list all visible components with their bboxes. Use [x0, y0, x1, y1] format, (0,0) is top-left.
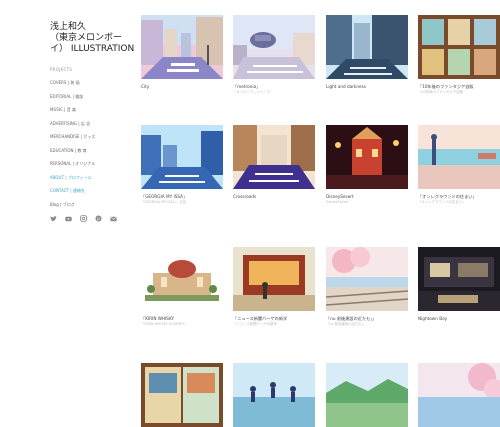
gallery-item-subtitle: 「GEORGIA MY ISSA」 広告	[141, 199, 187, 204]
social-links: p	[50, 215, 135, 222]
nav-item-advertising[interactable]: ADVERTISING | 広 告	[50, 121, 135, 126]
gallery-item-title[interactable]: Light and darkness	[326, 84, 408, 90]
thumb-on-the-ground[interactable]	[418, 125, 500, 189]
gallery-item-kirin-whisky[interactable]: 「KIRIN WHISKY 「KIRIN WHISKY JOURNEY」	[141, 247, 223, 326]
nav-item-contact[interactable]: CONTACT | 連絡先	[50, 188, 135, 193]
gallery-item-subtitle: 「オンレグラウンドの住まい」	[418, 199, 466, 204]
nav-item-music[interactable]: MUSIC | 音 楽	[50, 107, 135, 112]
sidebar: 浅上和久 （東京メロンボー イ） ILLUSTRATION PROJECTS C…	[50, 22, 135, 222]
site-title-line-3[interactable]: イ） ILLUSTRATION	[50, 44, 135, 55]
gallery-item-subtitle: DisneySesert	[326, 199, 349, 204]
gallery-item-nu-kensetsu[interactable]: 「nu 前後建設の近たも」」 「nu 前後建設の近たも」	[326, 247, 408, 326]
nav-item-editorial[interactable]: EDITORIAL | 雑誌	[50, 94, 135, 99]
twitter-icon[interactable]	[50, 215, 57, 222]
thumb-kirin-whisky[interactable]	[141, 247, 223, 311]
thumb-runners[interactable]	[233, 363, 315, 427]
gallery-item-title[interactable]: Nightown Boy	[418, 316, 500, 322]
gallery-item-metronia[interactable]: 「metronia」 「メトロニア」シリーズ	[233, 15, 315, 94]
thumb-sakura-bay[interactable]	[418, 363, 500, 427]
thumb-river-landscape[interactable]	[326, 363, 408, 427]
nav-heading: PROJECTS	[50, 67, 73, 72]
gallery-item-posters[interactable]	[141, 363, 223, 427]
gallery-item-georgia[interactable]: 「GEORGIA MY ISSA」 「GEORGIA MY ISSA」 広告	[141, 125, 223, 204]
youtube-icon[interactable]	[65, 215, 72, 222]
thumb-nightown-boy[interactable]	[418, 247, 500, 311]
nav-item-blog[interactable]: Blog | ブログ	[50, 202, 135, 207]
nav-item-education[interactable]: EDUCATION | 教 育	[50, 148, 135, 153]
gallery-item-on-the-ground[interactable]: 「オンレグラウンドの住まい」 「オンレグラウンドの住まい」	[418, 125, 500, 204]
gallery-item-subtitle: 「10年後のファンタジア自販	[418, 89, 464, 94]
thumb-city[interactable]	[141, 15, 223, 79]
gallery-item-disneysesert[interactable]: DisneySesert DisneySesert	[326, 125, 408, 204]
gallery-item-subtitle: 「KIRIN WHISKY JOURNEY」	[141, 321, 188, 326]
site-title-line-1[interactable]: 浅上和久	[50, 22, 135, 33]
thumb-nu-kensetsu[interactable]	[326, 247, 408, 311]
mail-icon[interactable]	[110, 215, 117, 222]
gallery-item-subtitle: 「ニュース新聞バーゲの新学	[233, 321, 277, 326]
gallery-item-runners[interactable]	[233, 363, 315, 427]
instagram-icon[interactable]	[80, 215, 87, 222]
gallery-item-light-and-darkness[interactable]: Light and darkness	[326, 15, 408, 90]
thumb-light-and-darkness[interactable]	[326, 15, 408, 79]
thumb-news-shinbun[interactable]	[233, 247, 315, 311]
site-title-line-2[interactable]: （東京メロンボー	[50, 33, 135, 44]
gallery-item-subtitle: 「メトロニア」シリーズ	[233, 89, 271, 94]
thumb-georgia[interactable]	[141, 125, 223, 189]
nav-item-about[interactable]: ABOUT | プロフィール	[50, 175, 135, 180]
nav-item-covers[interactable]: COVERS | 装 画	[50, 80, 135, 85]
gallery-item-river-landscape[interactable]	[326, 363, 408, 427]
gallery-item-city[interactable]: City	[141, 15, 223, 90]
pinterest-icon[interactable]: p	[95, 215, 102, 222]
thumb-disneysesert[interactable]	[326, 125, 408, 189]
nav-item-personal[interactable]: PERSONAL | オリジナル	[50, 161, 135, 166]
gallery-item-subtitle: 「nu 前後建設の近たも」	[326, 321, 366, 326]
gallery-item-fantasia-vending[interactable]: 「10年後のファンタジア自販 「10年後のファンタジア自販	[418, 15, 500, 94]
thumb-fantasia-vending[interactable]	[418, 15, 500, 79]
thumb-posters[interactable]	[141, 363, 223, 427]
thumb-metronia[interactable]	[233, 15, 315, 79]
thumb-crossroads[interactable]	[233, 125, 315, 189]
gallery-item-title[interactable]: City	[141, 84, 223, 90]
gallery-item-sakura-bay[interactable]	[418, 363, 500, 427]
gallery-item-news-shinbun[interactable]: 「ニュース新聞バーゲの新学 「ニュース新聞バーゲの新学	[233, 247, 315, 326]
gallery-item-nightown-boy[interactable]: Nightown Boy	[418, 247, 500, 322]
site-title[interactable]: 浅上和久 （東京メロンボー イ） ILLUSTRATION	[50, 22, 135, 55]
gallery-item-crossroads[interactable]: Crossroads	[233, 125, 315, 200]
svg-text:p: p	[97, 217, 100, 222]
nav-item-merchandise[interactable]: MERCHANDISE | グッズ	[50, 134, 135, 139]
gallery-item-title[interactable]: Crossroads	[233, 194, 315, 200]
